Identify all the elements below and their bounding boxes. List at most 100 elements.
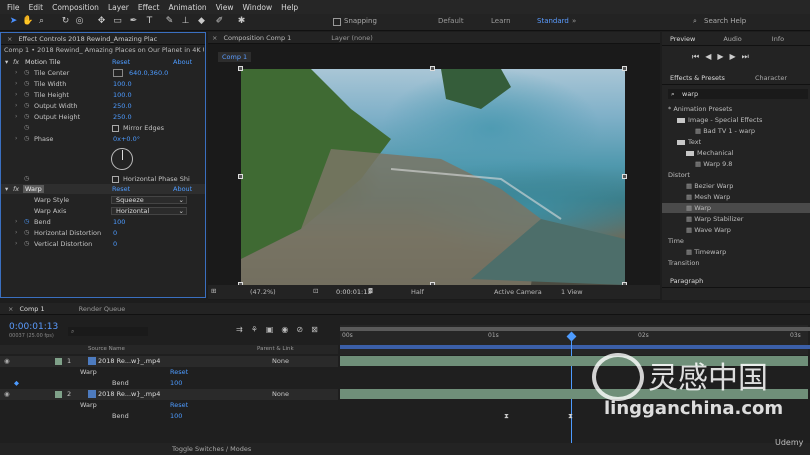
effects-item-transition[interactable]: Transition	[662, 258, 810, 268]
stopwatch-icon[interactable]: ◷	[24, 123, 29, 133]
output-width-value[interactable]: 250.0	[113, 101, 132, 111]
effects-item-wave-warp[interactable]: ▦ Wave Warp	[662, 225, 810, 235]
stopwatch-icon[interactable]: ◷	[24, 101, 29, 111]
effects-item-bad-tv-1-warp[interactable]: ▦ Bad TV 1 - warp	[662, 126, 810, 136]
effects-item-mesh-warp[interactable]: ▦ Mesh Warp	[662, 192, 810, 202]
eraser-tool-icon[interactable]: ◆	[196, 16, 207, 27]
stopwatch-icon[interactable]: ◷	[24, 217, 29, 227]
keyframe-icon[interactable]: ⧗	[504, 412, 509, 421]
workspace-default[interactable]: Default	[438, 17, 464, 25]
camera-dropdown[interactable]: Active Camera	[494, 288, 542, 296]
close-icon[interactable]: ×	[212, 34, 217, 42]
audio-tab[interactable]: Audio	[723, 35, 741, 43]
menu-window[interactable]: Window	[243, 3, 273, 12]
fx-icon[interactable]: fx	[13, 184, 19, 194]
comp-1-button[interactable]: Comp 1	[218, 52, 252, 62]
effects-item-warp-9-8[interactable]: ▦ Warp 9.8	[662, 159, 810, 169]
menu-file[interactable]: File	[7, 3, 20, 12]
stopwatch-icon[interactable]: ◷	[24, 90, 29, 100]
toggle-switches-modes[interactable]: Toggle Switches / Modes	[172, 443, 251, 455]
effects-item-warp[interactable]: ▦ Warp	[662, 203, 810, 213]
effect-controls-tab[interactable]: Effect Controls 2018 Rewind_Amazing Plac	[18, 35, 157, 43]
effects-item-image-special-effects[interactable]: Image - Special Effects	[662, 115, 810, 125]
search-help-input[interactable]: Search Help	[704, 17, 746, 25]
views-dropdown[interactable]: 1 View	[561, 288, 583, 296]
clone-stamp-tool-icon[interactable]: ⊥	[180, 16, 191, 27]
snapping-checkbox[interactable]	[333, 18, 341, 26]
horizontal-distortion-value[interactable]: 0	[113, 228, 117, 238]
snapshot-icon[interactable]: ◘	[368, 287, 373, 295]
close-icon[interactable]: ×	[8, 305, 13, 313]
bend-value[interactable]: 100	[113, 217, 125, 227]
effects-item-warp-stabilizer[interactable]: ▦ Warp Stabilizer	[662, 214, 810, 224]
menu-edit[interactable]: Edit	[29, 3, 44, 12]
effects-item-time[interactable]: Time	[662, 236, 810, 246]
effects-item-mechanical[interactable]: Mechanical	[662, 148, 810, 158]
workspace-overflow-icon[interactable]: »	[572, 17, 576, 25]
effects-item--animation-presets[interactable]: * Animation Presets	[662, 104, 810, 114]
composition-tab[interactable]: Composition Comp 1	[223, 34, 291, 42]
shape-tool-icon[interactable]: ▭	[112, 16, 123, 27]
timeline-switches-icons[interactable]: ⇉⚘▣◉⊘⊠	[236, 325, 326, 334]
crosshair-icon[interactable]	[113, 69, 123, 77]
mirror-edges-checkbox[interactable]	[112, 125, 119, 132]
horizontal-phase-checkbox[interactable]	[112, 176, 119, 183]
fx-icon[interactable]: fx	[13, 57, 19, 67]
stopwatch-icon[interactable]: ◷	[24, 79, 29, 89]
tile-width-value[interactable]: 100.0	[113, 79, 132, 89]
stopwatch-icon[interactable]: ◷	[24, 239, 29, 249]
motion-tile-about-button[interactable]: About	[173, 57, 192, 67]
type-tool-icon[interactable]: T	[144, 16, 155, 27]
warp-reset-link[interactable]: Reset	[170, 367, 188, 378]
timeline-timecode[interactable]: 0:00:01:13	[9, 322, 58, 332]
preview-tab[interactable]: Preview	[670, 35, 695, 43]
stopwatch-icon[interactable]: ◷	[24, 228, 29, 238]
comp-1-tab[interactable]: Comp 1	[19, 305, 44, 313]
keyframe-icon[interactable]: ⧗	[568, 412, 573, 421]
vertical-distortion-value[interactable]: 0	[113, 239, 117, 249]
phase-value[interactable]: 0x+0.0°	[113, 134, 140, 144]
toggle-mask-icon[interactable]: ⊡	[313, 287, 318, 295]
resolution-dropdown[interactable]: Half	[411, 288, 424, 296]
zoom-dropdown[interactable]: (47.2%)	[250, 288, 276, 296]
workspace-standard[interactable]: Standard	[537, 17, 569, 25]
menu-help[interactable]: Help	[281, 3, 298, 12]
stopwatch-icon[interactable]: ◷	[24, 134, 29, 144]
rotate-tool-icon[interactable]: ↻	[60, 16, 71, 27]
current-time[interactable]: 0:00:01:13	[336, 288, 372, 296]
menu-layer[interactable]: Layer	[108, 3, 129, 12]
time-ruler[interactable]: 00s 01s 02s 03s	[340, 325, 810, 355]
menu-view[interactable]: View	[216, 3, 234, 12]
tile-center-value[interactable]: 640.0,360.0	[129, 68, 168, 78]
menu-animation[interactable]: Animation	[168, 3, 206, 12]
render-queue-tab[interactable]: Render Queue	[79, 305, 126, 313]
tile-height-value[interactable]: 100.0	[113, 90, 132, 100]
warp-effect-row[interactable]: ▾ fx Warp Reset About	[1, 184, 205, 194]
motion-tile-reset-button[interactable]: Reset	[112, 57, 130, 67]
layer-row-2[interactable]: ◉ 2 2018 Re...w}_.mp4 None	[0, 389, 338, 400]
warp-reset-button[interactable]: Reset	[112, 184, 130, 194]
pen-tool-icon[interactable]: ✒	[128, 16, 139, 27]
warp-reset-link[interactable]: Reset	[170, 400, 188, 411]
info-tab[interactable]: Info	[772, 35, 784, 43]
stopwatch-icon[interactable]: ◷	[24, 112, 29, 122]
hand-tool-icon[interactable]: ✋	[22, 16, 33, 27]
layer-tab[interactable]: Layer (none)	[331, 34, 372, 42]
selection-tool-icon[interactable]: ➤	[8, 16, 19, 27]
timeline-search-input[interactable]: ⌕	[68, 327, 148, 336]
layer-row-1[interactable]: ◉ 1 2018 Re...w}_.mp4 None	[0, 356, 338, 367]
menu-effect[interactable]: Effect	[138, 3, 160, 12]
menu-composition[interactable]: Composition	[52, 3, 99, 12]
stopwatch-icon[interactable]: ◷	[24, 174, 29, 184]
effects-item-timewarp[interactable]: ▦ Timewarp	[662, 247, 810, 257]
camera-tool-icon[interactable]: ◎	[74, 16, 85, 27]
brush-tool-icon[interactable]: ✎	[164, 16, 175, 27]
phase-dial[interactable]	[111, 148, 133, 170]
pan-behind-tool-icon[interactable]: ✥	[96, 16, 107, 27]
zoom-tool-icon[interactable]: ⌕	[36, 16, 47, 27]
effects-item-text[interactable]: Text	[662, 137, 810, 147]
motion-tile-row[interactable]: ▾ fx Motion Tile Reset About	[1, 57, 205, 67]
effects-presets-tab[interactable]: Effects & Presets	[670, 74, 725, 82]
puppet-pin-tool-icon[interactable]: ✱	[236, 16, 247, 27]
effects-item-bezier-warp[interactable]: ▦ Bezier Warp	[662, 181, 810, 191]
